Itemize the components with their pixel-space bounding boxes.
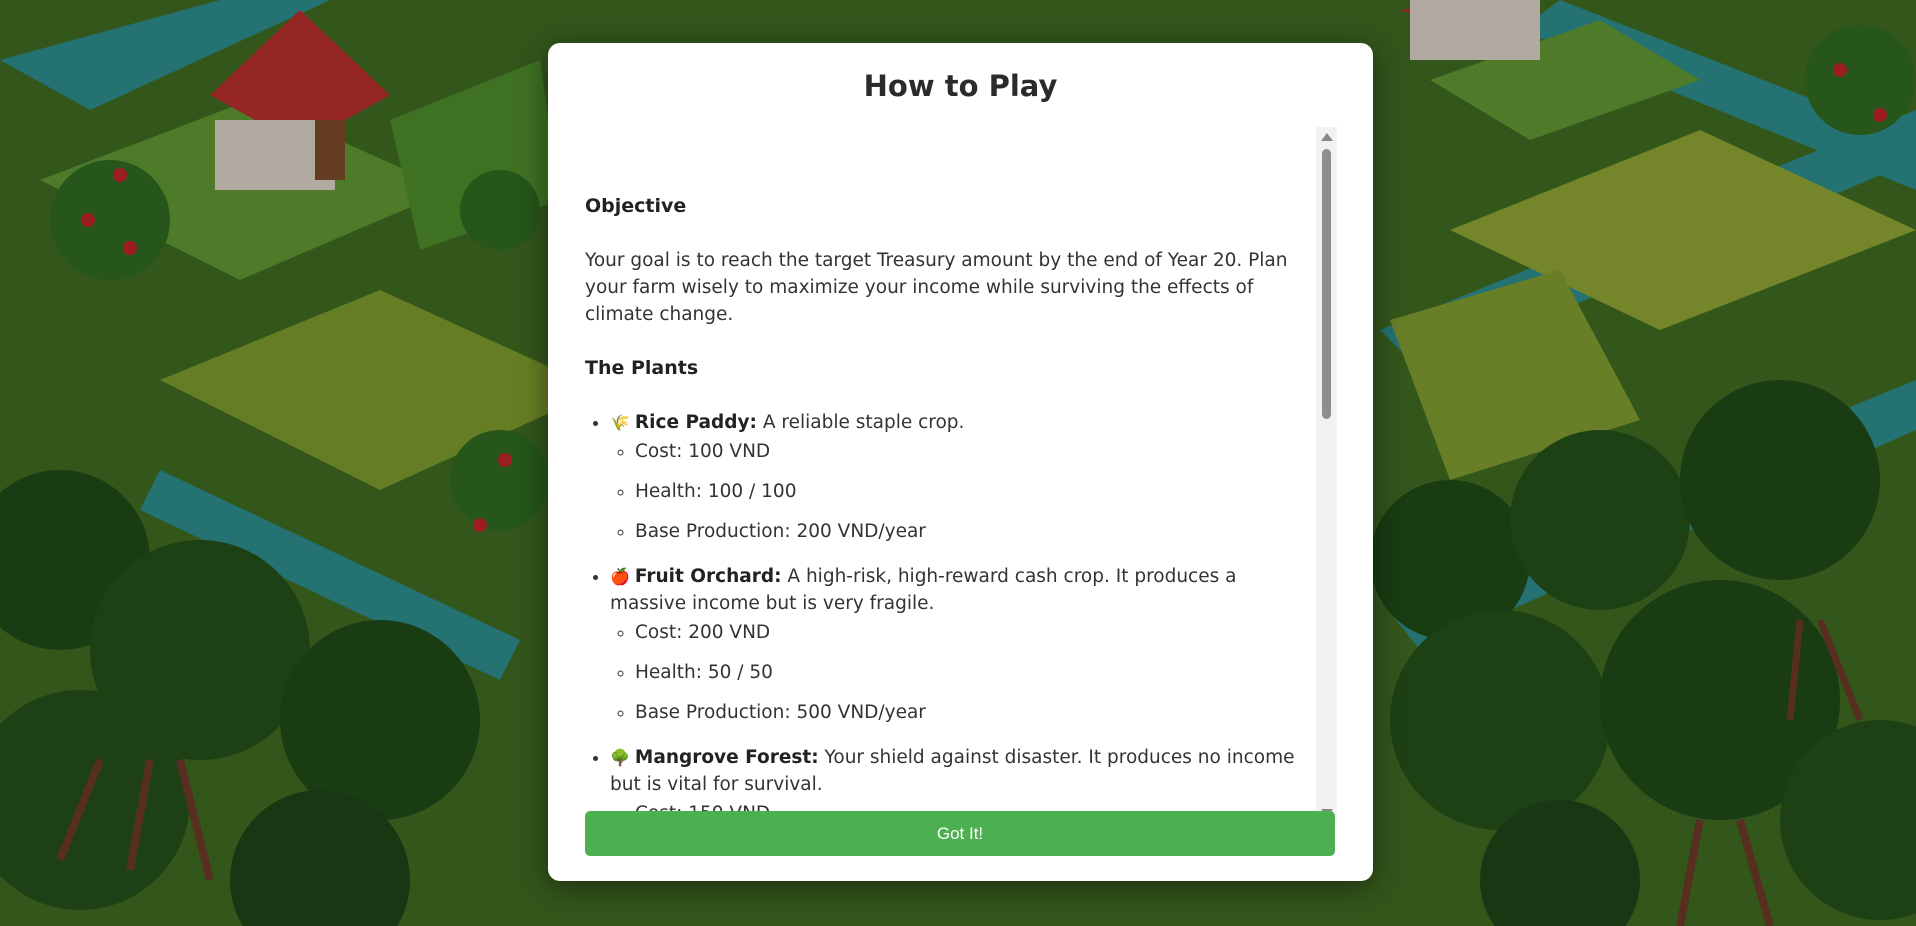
got-it-button[interactable]: Got It! [585, 811, 1335, 856]
plant-health: Health: 100 / 100 [635, 478, 1307, 518]
objective-text: Your goal is to reach the target Treasur… [585, 250, 1288, 325]
instructions-scroll-area[interactable]: Objective Your goal is to reach the targ… [585, 127, 1337, 823]
plant-name: Fruit Orchard: [634, 566, 782, 587]
apple-icon: 🍎 [610, 567, 630, 586]
plant-health: Health: 50 / 50 [635, 659, 1307, 699]
plant-production: Base Production: 200 VND/year [635, 518, 1307, 558]
plant-rice-paddy: 🌾Rice Paddy: A reliable staple crop. Cos… [610, 409, 1307, 558]
scroll-up-arrow-icon[interactable] [1321, 133, 1333, 141]
plant-description: A reliable staple crop. [762, 412, 965, 433]
plant-cost: Cost: 100 VND [635, 438, 1307, 478]
how-to-play-modal: How to Play Objective Your goal is to re… [548, 43, 1373, 881]
objective-heading: Objective [585, 195, 687, 217]
plants-list: 🌾Rice Paddy: A reliable staple crop. Cos… [585, 409, 1307, 823]
plant-name: Rice Paddy: [634, 412, 757, 433]
modal-title: How to Play [863, 69, 1058, 103]
plant-production: Base Production: 500 VND/year [635, 699, 1307, 739]
plants-heading: The Plants [585, 357, 699, 379]
plant-stats: Cost: 100 VND Health: 100 / 100 Base Pro… [610, 438, 1307, 558]
plant-name: Mangrove Forest: [634, 747, 819, 768]
scrollbar-thumb[interactable] [1322, 149, 1331, 419]
plant-stats: Cost: 200 VND Health: 50 / 50 Base Produ… [610, 619, 1307, 739]
instructions-content: Objective Your goal is to reach the targ… [585, 127, 1307, 823]
tree-icon: 🌳 [610, 748, 630, 767]
plant-cost: Cost: 200 VND [635, 619, 1307, 659]
rice-icon: 🌾 [610, 413, 630, 432]
plant-fruit-orchard: 🍎Fruit Orchard: A high-risk, high-reward… [610, 563, 1307, 739]
scrollbar[interactable] [1316, 127, 1337, 823]
